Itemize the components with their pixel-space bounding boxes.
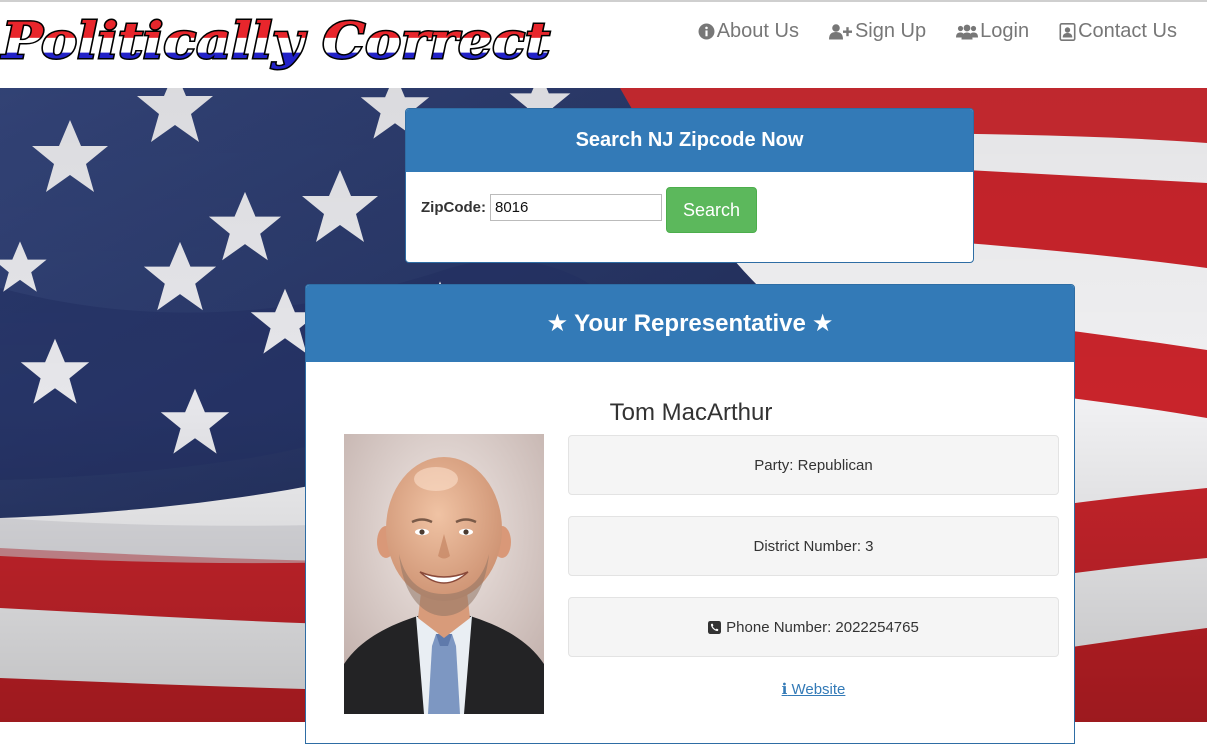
info-icon: ℹ [781,681,788,698]
phone-square-icon [708,620,722,634]
nav-contact-us[interactable]: Contact Us [1059,20,1177,43]
representative-photo [344,434,544,714]
representative-panel: ★ Your Representative ★ Tom MacArthur Pa… [305,284,1075,744]
nav-login[interactable]: Login [956,20,1029,43]
nav-sign-up-label: Sign Up [854,20,927,42]
svg-text:Politically Correct: Politically Correct [0,11,550,70]
website-link[interactable]: ℹ Website [568,680,1059,698]
nav-login-label: Login [980,20,1030,42]
search-button[interactable]: Search [666,187,757,233]
representative-name: Tom MacArthur [609,399,773,426]
nav-sign-up[interactable]: Sign Up [828,20,927,43]
search-panel-heading: Search NJ Zipcode Now [406,109,973,172]
representative-heading-text: Your Representative [574,309,806,337]
nav-about-us[interactable]: About Us [698,20,799,43]
star-icon: ★ [546,310,569,337]
party-info: Party: Republican [568,435,1059,495]
nav-contact-us-label: Contact Us [1078,20,1177,42]
phone-number-text: Phone Number: 2022254765 [726,618,919,636]
brand-logo[interactable]: Politically Correct [0,2,560,82]
district-info: District Number: 3 [568,516,1059,576]
user-plus-icon [828,24,852,40]
representative-panel-heading: ★ Your Representative ★ [306,285,1074,362]
users-icon [956,24,979,40]
zipcode-input[interactable] [490,194,662,221]
search-form: ZipCode: Search [406,172,973,262]
zipcode-label: ZipCode: [421,199,486,216]
nav-about-us-label: About Us [716,20,799,42]
nav-links: About Us Sign Up Login Contact Us [698,20,1177,43]
star-icon: ★ [811,310,834,337]
phone-info: Phone Number: 2022254765 [568,597,1059,657]
info-circle-icon [698,23,715,40]
navbar: Politically Correct About Us Sign Up Log… [0,0,1207,88]
contact-card-icon [1059,22,1076,41]
search-panel: Search NJ Zipcode Now ZipCode: Search [405,108,974,263]
website-link-label: Website [791,681,846,698]
